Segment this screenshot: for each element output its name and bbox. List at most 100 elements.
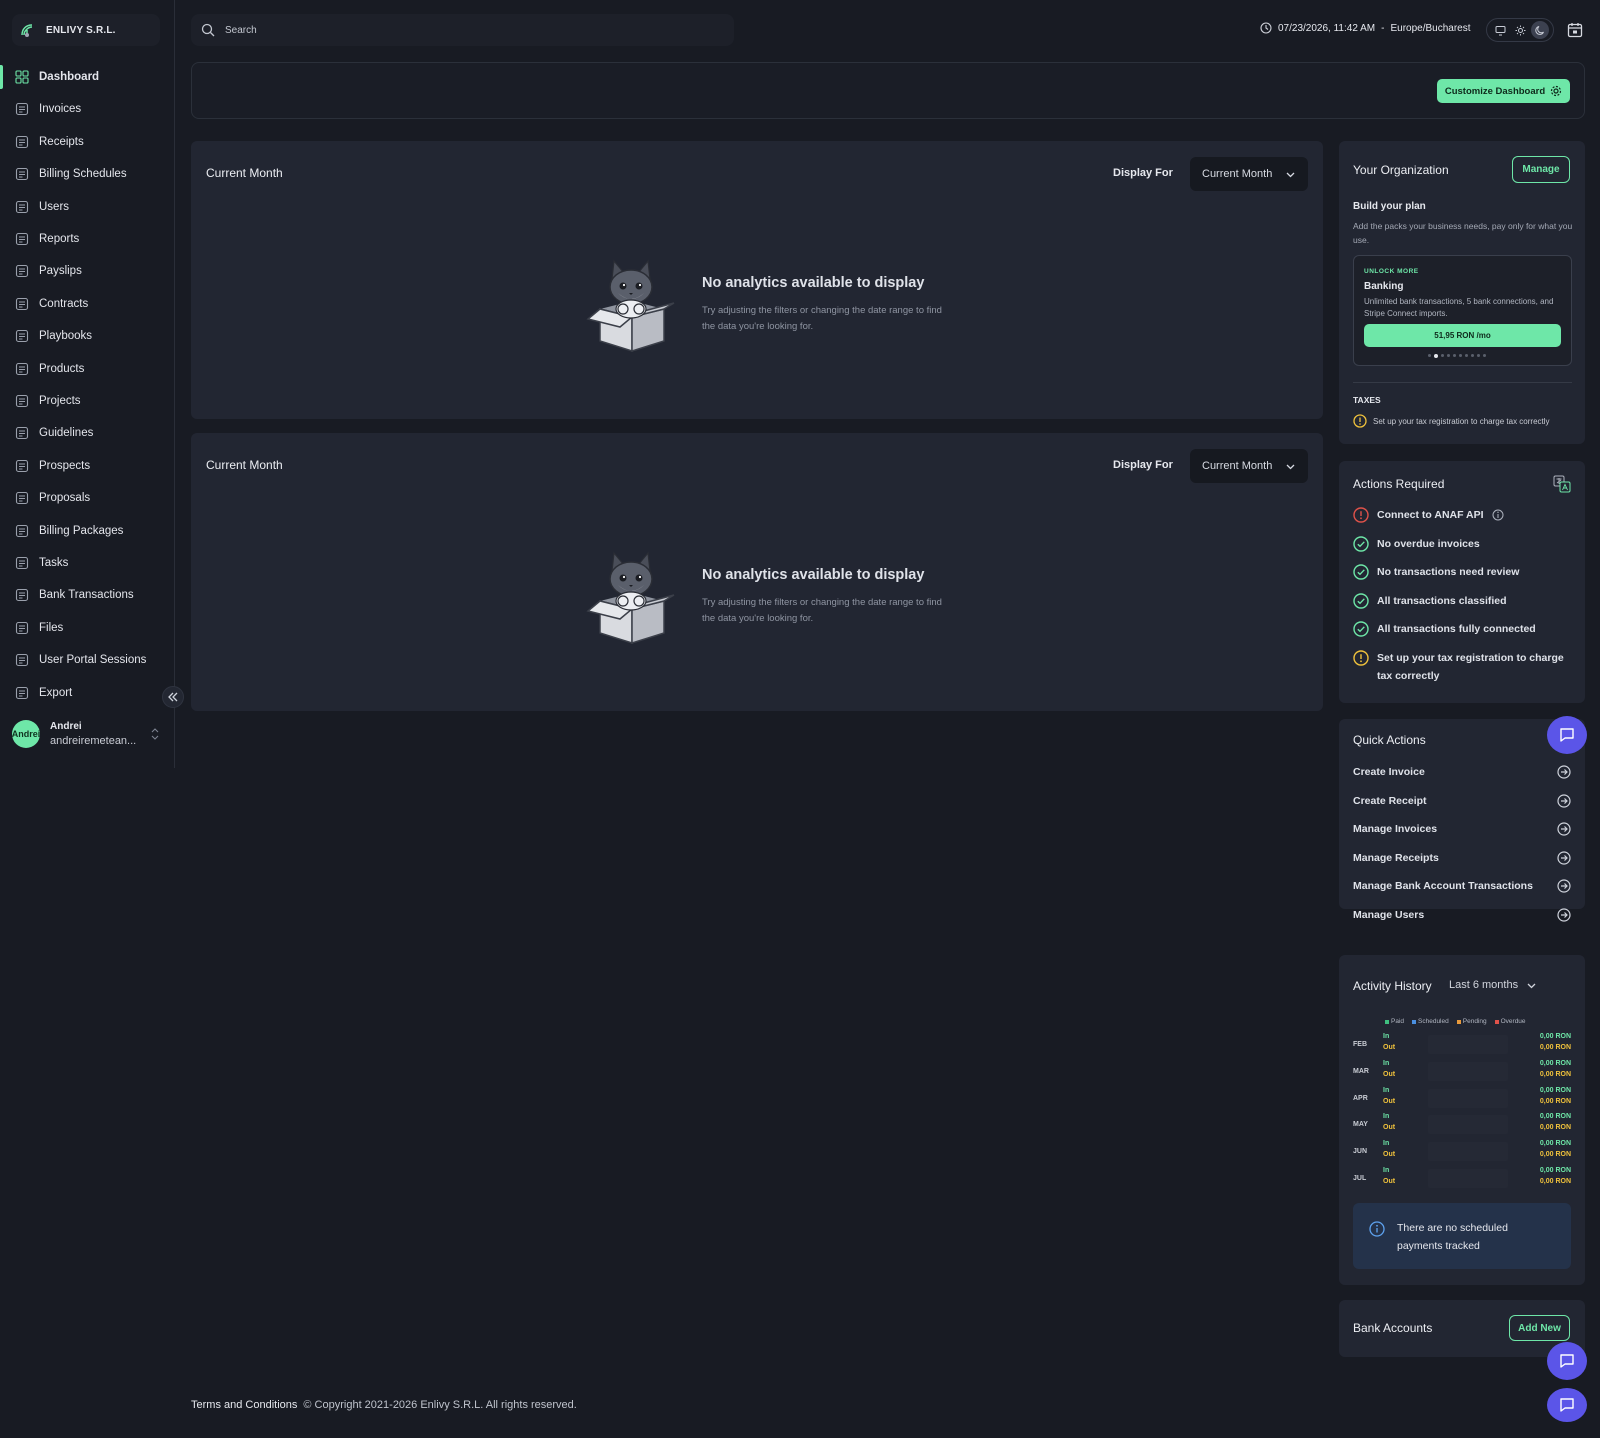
sidebar-item-payslips[interactable]: Payslips [0,257,175,285]
sidebar-item-label: Projects [39,395,81,407]
history-out-label: Out [1383,1124,1396,1132]
dashboard-header: Customize Dashboard [191,62,1585,119]
search-input[interactable]: Search [225,25,257,36]
user-menu[interactable]: Andrei Andrei andreiremetean... [12,712,162,756]
chat-button[interactable] [1547,1342,1587,1380]
sidebar-item-guidelines[interactable]: Guidelines [0,419,175,447]
action-label: No transactions need review [1377,566,1520,579]
translate-icon[interactable] [1553,475,1571,493]
check-circle-icon [1353,535,1369,552]
carousel-dot[interactable] [1441,354,1444,357]
calendar-button[interactable] [1565,20,1585,40]
history-in-value: 0,00 RON [1539,1086,1571,1094]
action-item[interactable]: No transactions need review [1353,563,1573,581]
customize-dashboard-button[interactable]: Customize Dashboard [1437,79,1570,103]
period-select[interactable]: Current Month [1190,449,1308,483]
activity-history-card: Activity History Last 6 months Paid Sche… [1339,955,1585,1285]
taxes-warning[interactable]: Set up your tax registration to charge t… [1353,414,1550,428]
sidebar-item-prospects[interactable]: Prospects [0,452,175,480]
sidebar-item-contracts[interactable]: Contracts [0,290,175,318]
sidebar-item-receipts[interactable]: Receipts [0,128,175,156]
sidebar-item-dashboard[interactable]: Dashboard [0,63,175,91]
chat-button[interactable] [1547,716,1587,754]
sidebar-item-invoices[interactable]: Invoices [0,95,175,123]
quick-action-item[interactable]: Create Invoice [1353,765,1571,779]
carousel-dot[interactable] [1483,354,1486,357]
chat-button[interactable] [1547,1388,1587,1422]
carousel-dot[interactable] [1453,354,1456,357]
divider [1353,382,1572,383]
history-in-label: In [1383,1167,1390,1174]
theme-light-button[interactable] [1511,21,1529,39]
quick-action-item[interactable]: Manage Users [1353,908,1571,922]
action-item[interactable]: No overdue invoices [1353,535,1573,553]
history-out-label: Out [1383,1070,1396,1078]
carousel-dot[interactable] [1465,354,1468,357]
carousel-dot[interactable] [1471,354,1474,357]
history-legend: Paid Scheduled Pending Overdue [1385,1018,1526,1025]
sidebar-item-bank-transactions[interactable]: Bank Transactions [0,581,175,609]
carousel-dot[interactable] [1477,354,1480,357]
pack-name: Banking [1364,281,1404,292]
sidebar-item-user-portal-sessions[interactable]: User Portal Sessions [0,646,175,674]
sidebar-item-proposals[interactable]: Proposals [0,484,175,512]
history-out-label: Out [1383,1151,1396,1159]
quick-action-label: Manage Bank Account Transactions [1353,880,1533,893]
carousel-dot[interactable] [1434,354,1438,358]
sidebar-item-label: Proposals [39,492,91,505]
check-circle-icon [1353,593,1369,609]
quick-action-item[interactable]: Manage Receipts [1353,851,1571,865]
action-item[interactable]: All transactions classified [1353,592,1573,610]
portal-icon [15,653,29,667]
history-bar-track [1428,1088,1508,1108]
sidebar-item-files[interactable]: Files [0,614,175,642]
sidebar-item-playbooks[interactable]: Playbooks [0,322,175,350]
terms-link[interactable]: Terms and Conditions [191,1399,297,1411]
carousel-dot[interactable] [1447,354,1450,357]
sidebar-item-label: Invoices [39,103,82,116]
theme-dark-button[interactable] [1531,21,1549,39]
legend-item: Pending [1456,1018,1487,1025]
quick-action-item[interactable]: Create Receipt [1353,793,1571,808]
action-item[interactable]: Set up your tax registration to charge t… [1353,649,1573,685]
search-bar[interactable]: Search [191,14,734,46]
legend-label: Overdue [1500,1018,1526,1025]
sidebar-item-tasks[interactable]: Tasks [0,549,175,577]
info-icon[interactable] [1492,509,1504,521]
sidebar-item-reports[interactable]: Reports [0,225,175,253]
carousel-dot[interactable] [1428,354,1431,357]
prospect-icon [15,459,29,473]
period-select-value: Current Month [1202,460,1273,472]
analytics-panel: Current Month Display For Current Month … [191,433,1323,711]
file-icon [15,621,29,635]
history-out-value: 0,00 RON [1539,1151,1571,1159]
org-switcher[interactable]: ENLIVY S.R.L. [12,14,160,46]
sidebar-item-products[interactable]: Products [0,355,175,383]
legend-item: Scheduled [1412,1018,1449,1025]
theme-system-button[interactable] [1491,21,1509,39]
quick-action-item[interactable]: Manage Bank Account Transactions [1353,879,1571,893]
sidebar-item-billing-schedules[interactable]: Billing Schedules [0,160,175,188]
quick-action-item[interactable]: Manage Invoices [1353,822,1571,836]
sidebar-item-billing-packages[interactable]: Billing Packages [0,517,175,545]
chevron-up-down-icon [151,728,159,740]
plan-title: Build your plan [1353,201,1426,212]
history-row: JUL In Out 0,00 RON 0,00 RON [1353,1167,1571,1191]
arrow-right-circle-icon [1557,851,1571,865]
period-select[interactable]: Current Month [1190,157,1308,191]
carousel-dot[interactable] [1459,354,1462,357]
collapse-sidebar-button[interactable] [162,686,184,708]
bank-accounts-title: Bank Accounts [1353,1321,1433,1335]
history-range-select[interactable]: Last 6 months [1449,979,1537,991]
manage-button[interactable]: Manage [1512,156,1570,183]
search-icon [201,23,215,37]
action-item[interactable]: All transactions fully connected [1353,620,1573,638]
action-item[interactable]: Connect to ANAF API [1353,506,1573,524]
bank-icon [15,588,29,602]
sidebar-item-projects[interactable]: Projects [0,387,175,415]
add-bank-account-button[interactable]: Add New [1509,1315,1570,1341]
sidebar-item-export[interactable]: Export [0,679,175,707]
sidebar-item-users[interactable]: Users [0,193,175,221]
bank-accounts-card: Bank Accounts Add New [1339,1300,1585,1357]
pack-price-button[interactable]: 51,95 RON /mo [1364,324,1561,347]
